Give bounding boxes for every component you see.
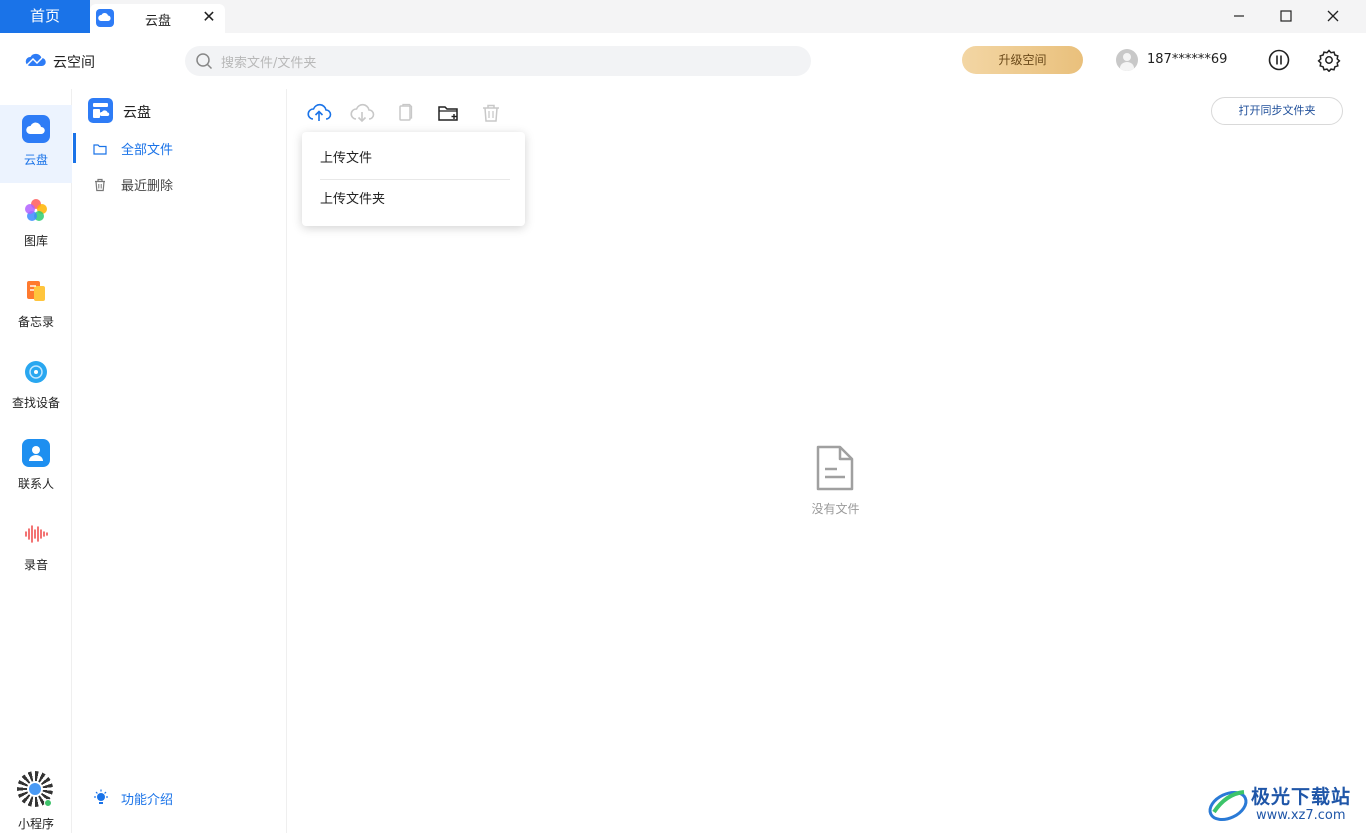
nav-contacts[interactable]: 联系人: [0, 429, 72, 507]
nav-label: 查找设备: [11, 396, 60, 410]
nav-label: 录音: [23, 558, 48, 572]
tab-label: 云盘: [145, 14, 172, 29]
maximize-button[interactable]: [1263, 0, 1309, 33]
upgrade-space-button[interactable]: 升级空间: [962, 46, 1083, 74]
nav-cloud-drive[interactable]: 云盘: [0, 105, 72, 183]
close-tab-icon[interactable]: ✕: [200, 7, 218, 26]
tab-cloud-drive[interactable]: 云盘 ✕: [90, 4, 225, 33]
feature-intro-label: 功能介绍: [121, 793, 174, 808]
cloud-drive-title-icon: [88, 98, 113, 123]
minimize-button[interactable]: [1216, 0, 1262, 33]
menu-item-upload-folder[interactable]: 上传文件夹: [320, 187, 510, 213]
watermark-logo-icon: [1206, 782, 1250, 830]
sidebar-item-label: 最近删除: [121, 179, 174, 194]
mini-program-logo-icon: [27, 781, 43, 797]
cloud-drive-icon: [22, 115, 50, 143]
download-icon[interactable]: [349, 100, 375, 126]
sidebar-item-label: 全部文件: [121, 143, 174, 158]
online-status-icon: [44, 799, 52, 807]
gear-icon[interactable]: [1317, 48, 1341, 73]
gallery-icon: [22, 196, 50, 224]
tab-home[interactable]: 首页: [0, 0, 90, 33]
cloud-logo-icon: [24, 51, 48, 73]
contacts-icon: [22, 439, 50, 467]
recorder-icon: [22, 520, 50, 548]
nav-label: 联系人: [17, 477, 54, 491]
left-nav: 云盘 图库 备忘录 查找设备 联系人 录音 小程序: [0, 89, 72, 833]
sidebar-item-recently-deleted[interactable]: 最近删除: [73, 169, 287, 199]
menu-item-upload-file[interactable]: 上传文件: [320, 146, 510, 172]
title-bar: 首页 云盘 ✕: [0, 0, 1366, 33]
nav-gallery[interactable]: 图库: [0, 186, 72, 264]
watermark: 极光下载站 www.xz7.com: [1206, 780, 1366, 830]
watermark-title: 极光下载站: [1251, 786, 1352, 808]
nav-label: 图库: [23, 234, 48, 248]
avatar[interactable]: [1116, 49, 1138, 71]
nav-notes[interactable]: 备忘录: [0, 267, 72, 345]
close-window-button[interactable]: [1310, 0, 1356, 33]
nav-recorder[interactable]: 录音: [0, 510, 72, 588]
search-placeholder: 搜索文件/文件夹: [221, 56, 317, 71]
delete-icon[interactable]: [478, 100, 504, 126]
active-indicator: [73, 133, 76, 163]
empty-state-text: 没有文件: [811, 502, 860, 516]
main-content: 打开同步文件夹 上传文件 上传文件夹 没有文件: [288, 89, 1366, 833]
empty-document-icon: [815, 444, 855, 496]
upload-icon[interactable]: [306, 100, 332, 126]
copy-icon[interactable]: [392, 100, 418, 126]
nav-find-device[interactable]: 查找设备: [0, 348, 72, 426]
mini-program[interactable]: 小程序: [0, 771, 72, 831]
pause-sync-icon[interactable]: [1267, 48, 1291, 72]
username[interactable]: 187******69: [1147, 52, 1227, 67]
nav-label: 备忘录: [17, 315, 54, 329]
menu-divider: [320, 179, 510, 180]
open-sync-folder-button[interactable]: 打开同步文件夹: [1211, 97, 1343, 125]
new-folder-icon[interactable]: [435, 100, 461, 126]
cloud-drive-sidebar: 云盘 全部文件 最近删除 功能介绍: [73, 89, 287, 833]
lightbulb-icon: [93, 789, 109, 811]
app-header: 云空间 搜索文件/文件夹 升级空间 187******69: [0, 33, 1366, 89]
watermark-url: www.xz7.com: [1256, 808, 1346, 823]
app-name: 云空间: [53, 55, 95, 71]
search-icon: [195, 52, 213, 74]
notes-icon: [22, 277, 50, 305]
trash-icon: [93, 177, 107, 196]
search-input[interactable]: 搜索文件/文件夹: [185, 46, 811, 76]
upload-dropdown-menu: 上传文件 上传文件夹: [302, 132, 525, 226]
cloud-drive-tab-icon: [96, 9, 114, 27]
feature-intro-link[interactable]: 功能介绍: [93, 788, 273, 808]
nav-label: 云盘: [23, 153, 48, 167]
mini-program-label: 小程序: [17, 817, 54, 831]
sidebar-title: 云盘: [123, 105, 151, 121]
sidebar-item-all-files[interactable]: 全部文件: [73, 133, 287, 163]
folder-icon: [93, 141, 107, 160]
find-device-icon: [22, 358, 50, 386]
